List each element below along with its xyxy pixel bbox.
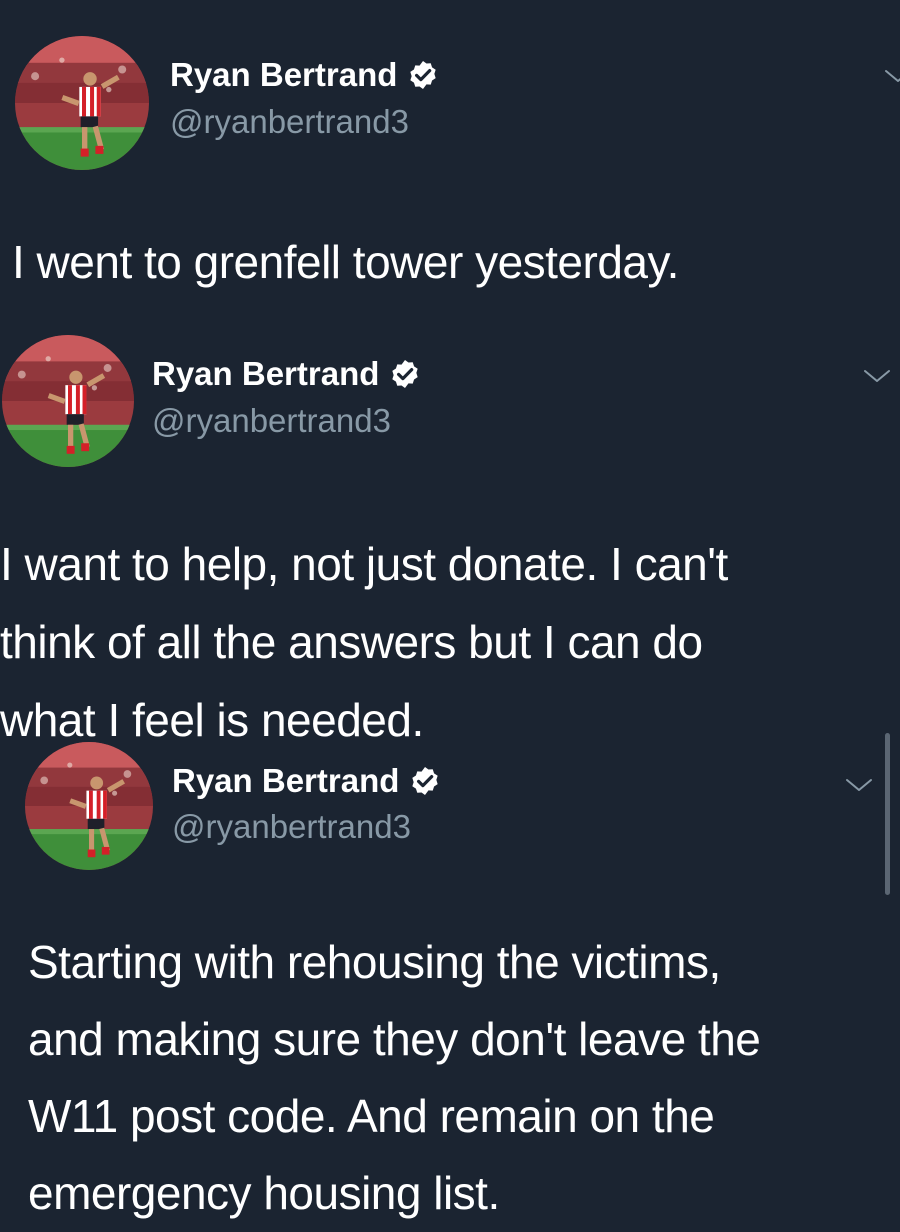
verified-badge-icon	[409, 765, 441, 797]
tweet-text: I want to help, not just donate. I can't…	[0, 538, 728, 746]
tweet-2[interactable]: Ryan Bertrand @ryanbertrand3 I want to h…	[0, 330, 900, 746]
handle[interactable]: @ryanbertrand3	[172, 808, 411, 846]
verified-badge-icon	[389, 358, 421, 390]
display-name[interactable]: Ryan Bertrand	[172, 762, 399, 800]
display-name[interactable]: Ryan Bertrand	[170, 56, 397, 94]
tweet-text: I went to grenfell tower yesterday.	[12, 236, 679, 288]
avatar[interactable]	[25, 742, 153, 870]
display-name[interactable]: Ryan Bertrand	[152, 355, 379, 393]
scrollbar[interactable]	[885, 733, 890, 895]
handle[interactable]: @ryanbertrand3	[152, 402, 391, 440]
avatar[interactable]	[15, 36, 149, 170]
avatar[interactable]	[2, 335, 134, 467]
chevron-down-icon[interactable]	[883, 66, 900, 86]
chevron-down-icon[interactable]	[862, 366, 892, 386]
tweet-3[interactable]: Ryan Bertrand @ryanbertrand3 Starting wi…	[0, 735, 900, 1219]
tweet-text: Starting with rehousing the victims, and…	[28, 936, 761, 1219]
handle[interactable]: @ryanbertrand3	[170, 103, 409, 141]
tweet-1[interactable]: Ryan Bertrand @ryanbertrand3 I went to g…	[0, 0, 900, 330]
chevron-down-icon[interactable]	[844, 775, 874, 795]
verified-badge-icon	[407, 59, 439, 91]
